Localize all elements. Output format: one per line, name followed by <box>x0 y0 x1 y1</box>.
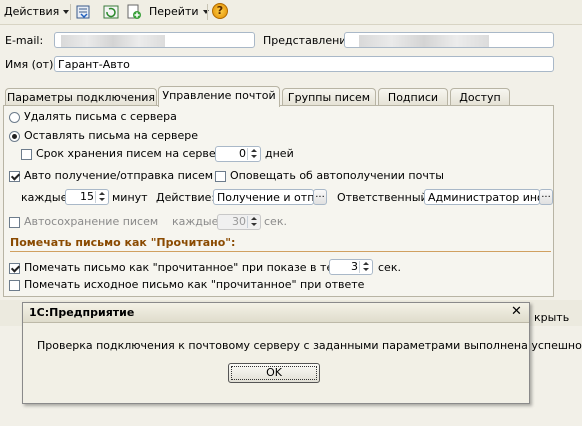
close-icon[interactable]: ✕ <box>511 305 522 319</box>
message-dialog: 1С:Предприятие ✕ Проверка подключения к … <box>22 302 582 404</box>
autosave-label: Автосохранение писем <box>24 215 159 228</box>
mark-show-sec-label: сек. <box>378 261 401 274</box>
email-label: E-mail: <box>5 34 44 47</box>
tab-mail-management[interactable]: Управление почтой <box>158 86 280 107</box>
auto-label: Авто получение/отправка писем <box>24 169 214 182</box>
toolbar-separator <box>70 4 71 20</box>
name-label: Имя (от): <box>5 58 58 71</box>
goto-menu[interactable]: Перейти <box>149 3 209 21</box>
toolbar-separator <box>207 4 208 20</box>
auto-checkbox[interactable] <box>9 171 20 182</box>
keep-radio-label: Оставлять письма на сервере <box>24 129 199 142</box>
stepper-arrows-icon[interactable] <box>359 261 371 273</box>
autosave-every-label: каждые <box>172 215 219 228</box>
every-label: каждые <box>21 191 68 204</box>
mark-show-label: Помечать письмо как "прочитанное" при по… <box>24 261 368 274</box>
storage-term-label: Срок хранения писем на сервере: <box>36 147 234 160</box>
name-field[interactable]: Гарант-Авто <box>54 56 554 72</box>
every-value: 15 <box>80 190 94 203</box>
representation-field[interactable] <box>344 32 554 48</box>
stepper-arrows-icon[interactable] <box>247 216 259 228</box>
add-document-icon[interactable] <box>126 4 142 20</box>
ok-button[interactable]: OK <box>228 363 320 383</box>
mark-reply-checkbox[interactable] <box>9 280 20 291</box>
dialog-message: Проверка подключения к почтовому серверу… <box>37 339 582 352</box>
save-list-icon[interactable] <box>75 4 91 20</box>
autosave-value: 30 <box>232 215 246 228</box>
delete-radio[interactable] <box>9 112 20 123</box>
tab-connection[interactable]: Параметры подключения <box>5 88 157 106</box>
every-stepper[interactable]: 15 <box>65 189 109 205</box>
storage-term-stepper[interactable]: 0 <box>215 146 261 162</box>
notify-checkbox[interactable] <box>215 171 226 182</box>
representation-label: Представление <box>263 34 354 47</box>
autosave-stepper[interactable]: 30 <box>217 214 261 230</box>
action-label: Действие: <box>156 191 216 204</box>
tab-signatures[interactable]: Подписи <box>378 88 448 106</box>
mark-show-value: 3 <box>351 260 358 273</box>
dialog-title-bar: 1С:Предприятие ✕ <box>23 303 529 323</box>
tab-mail-groups[interactable]: Группы писем <box>282 88 376 106</box>
redacted-text <box>359 35 489 47</box>
responsible-field[interactable]: Администратор инфо <box>424 189 540 205</box>
redacted-text <box>61 35 165 47</box>
stepper-arrows-icon[interactable] <box>95 191 107 203</box>
email-field[interactable] <box>54 32 255 48</box>
autosave-sec-label: сек. <box>264 215 287 228</box>
chevron-down-icon <box>63 10 70 14</box>
help-icon[interactable]: ? <box>212 3 228 19</box>
days-label: дней <box>265 147 294 160</box>
dialog-title: 1С:Предприятие <box>29 306 135 319</box>
notify-label: Оповещать об автополучении почты <box>230 169 444 182</box>
mark-reply-label: Помечать исходное письмо как "прочитанно… <box>24 278 365 291</box>
actions-menu[interactable]: Действия <box>4 3 70 21</box>
minutes-label: минут <box>112 191 148 204</box>
action-select-button[interactable]: ... <box>313 189 327 205</box>
close-button-label[interactable]: крыть <box>534 311 569 325</box>
storage-term-value: 0 <box>239 147 246 160</box>
tab-access[interactable]: Доступ <box>450 88 510 106</box>
actions-label: Действия <box>4 5 60 18</box>
stepper-arrows-icon[interactable] <box>247 148 259 160</box>
responsible-label: Ответственный: <box>337 191 432 204</box>
mark-show-stepper[interactable]: 3 <box>329 259 373 275</box>
delete-radio-label: Удалять письма с сервера <box>24 110 177 123</box>
storage-term-checkbox[interactable] <box>21 149 32 160</box>
section-divider <box>10 251 551 252</box>
action-field[interactable]: Получение и отпра <box>213 189 314 205</box>
keep-radio[interactable] <box>9 131 20 142</box>
toolbar: Действия Перейти ? <box>0 0 582 25</box>
mark-read-section-title: Помечать письмо как "Прочитано": <box>10 236 236 249</box>
mark-show-checkbox[interactable] <box>9 263 20 274</box>
autosave-checkbox[interactable] <box>9 217 20 228</box>
responsible-select-button[interactable]: ... <box>539 189 553 205</box>
goto-label: Перейти <box>149 5 199 18</box>
refresh-icon[interactable] <box>103 4 119 20</box>
